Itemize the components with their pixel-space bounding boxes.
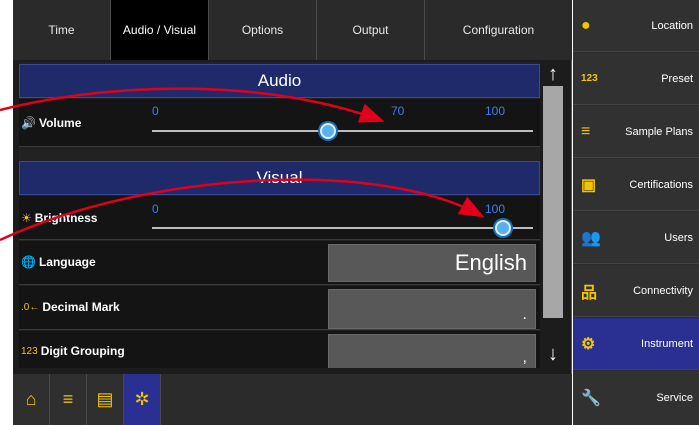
brightness-label-text: Brightness bbox=[34, 211, 98, 225]
sidebar-label-connectivity: Connectivity bbox=[633, 284, 693, 297]
map-pin-icon: ● bbox=[581, 16, 591, 34]
gear-icon: ✲ bbox=[134, 389, 150, 409]
sidebar-item-connectivity[interactable]: 品 Connectivity bbox=[573, 265, 699, 317]
sidebar-item-location[interactable]: ● Location bbox=[573, 0, 699, 52]
sidebar-item-instrument[interactable]: ⚙ Instrument bbox=[573, 318, 699, 370]
numbers-123-icon: 123 bbox=[581, 73, 598, 84]
brightness-label: ☀ Brightness bbox=[21, 211, 97, 225]
volume-tick-mid: 70 bbox=[391, 104, 405, 118]
digit-grouping-label: 123 Digit Grouping bbox=[21, 344, 125, 358]
home-icon: ⌂ bbox=[25, 389, 37, 409]
sidebar-label-users: Users bbox=[664, 231, 693, 244]
language-row: 🌐 Language English bbox=[19, 241, 540, 285]
scroll-down-arrow-icon[interactable]: ↓ bbox=[540, 342, 566, 366]
sidebar-item-certifications[interactable]: ▣ Certifications bbox=[573, 159, 699, 211]
wrench-icon: 🔧 bbox=[581, 390, 601, 407]
volume-row: 🔊 Volume 0 70 100 bbox=[19, 99, 540, 147]
list-arrow-icon: ≡ bbox=[581, 122, 591, 140]
scroll-up-arrow-icon[interactable]: ↑ bbox=[540, 62, 566, 86]
tab-configuration[interactable]: Configuration bbox=[425, 0, 572, 60]
tab-audio-visual[interactable]: Audio / Visual bbox=[111, 0, 209, 60]
certificate-icon: ▣ bbox=[581, 176, 597, 194]
decimal-mark-label: .0← Decimal Mark bbox=[21, 300, 120, 314]
list-button[interactable]: ≡ bbox=[50, 374, 87, 425]
language-select[interactable]: English bbox=[328, 244, 536, 282]
digit-grouping-row: 123 Digit Grouping , bbox=[19, 331, 540, 368]
sidebar-label-service: Service bbox=[656, 392, 693, 404]
globe-icon: 🌐 bbox=[21, 255, 36, 269]
volume-tick-max: 100 bbox=[485, 104, 506, 118]
bottom-toolbar: ⌂ ≡ ▤ ✲ bbox=[13, 374, 572, 425]
tab-time[interactable]: Time bbox=[13, 0, 111, 60]
brightness-slider-track[interactable] bbox=[152, 227, 533, 229]
language-label: 🌐 Language bbox=[21, 255, 96, 269]
scrollbar[interactable]: ↑ ↓ bbox=[540, 62, 566, 368]
settings-content: Audio 🔊 Volume 0 70 100 Visual ☀ Brightn… bbox=[19, 62, 540, 368]
document-icon: ▤ bbox=[96, 389, 114, 409]
tab-bar: Time Audio / Visual Options Output Confi… bbox=[13, 0, 572, 60]
right-sidebar: ● Location 123 Preset ≡ Sample Plans ▣ C… bbox=[573, 0, 699, 425]
document-button[interactable]: ▤ bbox=[87, 374, 124, 425]
audio-section-header: Audio bbox=[19, 64, 540, 98]
volume-label-text: Volume bbox=[38, 116, 82, 130]
visual-section-header: Visual bbox=[19, 161, 540, 195]
home-button[interactable]: ⌂ bbox=[13, 374, 50, 425]
decimal-icon: .0← bbox=[21, 301, 40, 313]
main-panel: Time Audio / Visual Options Output Confi… bbox=[13, 0, 572, 425]
sidebar-label-preset: Preset bbox=[661, 72, 693, 85]
sidebar-label-instrument: Instrument bbox=[641, 337, 693, 350]
language-label-text: Language bbox=[38, 255, 96, 269]
sidebar-item-preset[interactable]: 123 Preset bbox=[573, 53, 699, 105]
digit-123-icon: 123 bbox=[21, 345, 38, 357]
sun-icon: ☀ bbox=[21, 211, 32, 225]
digit-grouping-select[interactable]: , bbox=[328, 334, 536, 368]
volume-label: 🔊 Volume bbox=[21, 116, 81, 130]
instrument-icon: ⚙ bbox=[581, 335, 596, 353]
volume-tick-min: 0 bbox=[152, 104, 159, 118]
speaker-icon: 🔊 bbox=[21, 116, 36, 130]
digit-label-text: Digit Grouping bbox=[40, 344, 125, 358]
network-icon: 品 bbox=[581, 284, 598, 302]
scrollbar-thumb[interactable] bbox=[543, 86, 563, 318]
sidebar-label-certifications: Certifications bbox=[629, 178, 693, 191]
decimal-label-text: Decimal Mark bbox=[42, 300, 120, 314]
brightness-row: ☀ Brightness 0 100 bbox=[19, 196, 540, 240]
volume-slider-track[interactable] bbox=[152, 130, 533, 132]
settings-button[interactable]: ✲ bbox=[124, 374, 161, 425]
list-icon: ≡ bbox=[62, 389, 74, 409]
tab-output[interactable]: Output bbox=[317, 0, 425, 60]
brightness-slider-thumb[interactable] bbox=[494, 220, 511, 236]
sidebar-item-service[interactable]: 🔧 Service bbox=[573, 371, 699, 425]
tab-options[interactable]: Options bbox=[209, 0, 317, 60]
brightness-tick-max: 100 bbox=[485, 202, 506, 216]
sidebar-label-sample-plans: Sample Plans bbox=[625, 125, 693, 138]
decimal-mark-select[interactable]: . bbox=[328, 289, 536, 329]
decimal-mark-row: .0← Decimal Mark . bbox=[19, 286, 540, 330]
volume-slider-thumb[interactable] bbox=[320, 123, 337, 139]
users-icon: 👥 bbox=[581, 229, 601, 247]
sidebar-item-sample-plans[interactable]: ≡ Sample Plans bbox=[573, 106, 699, 158]
brightness-tick-min: 0 bbox=[152, 202, 159, 216]
sidebar-item-users[interactable]: 👥 Users bbox=[573, 212, 699, 264]
sidebar-label-location: Location bbox=[651, 19, 693, 32]
